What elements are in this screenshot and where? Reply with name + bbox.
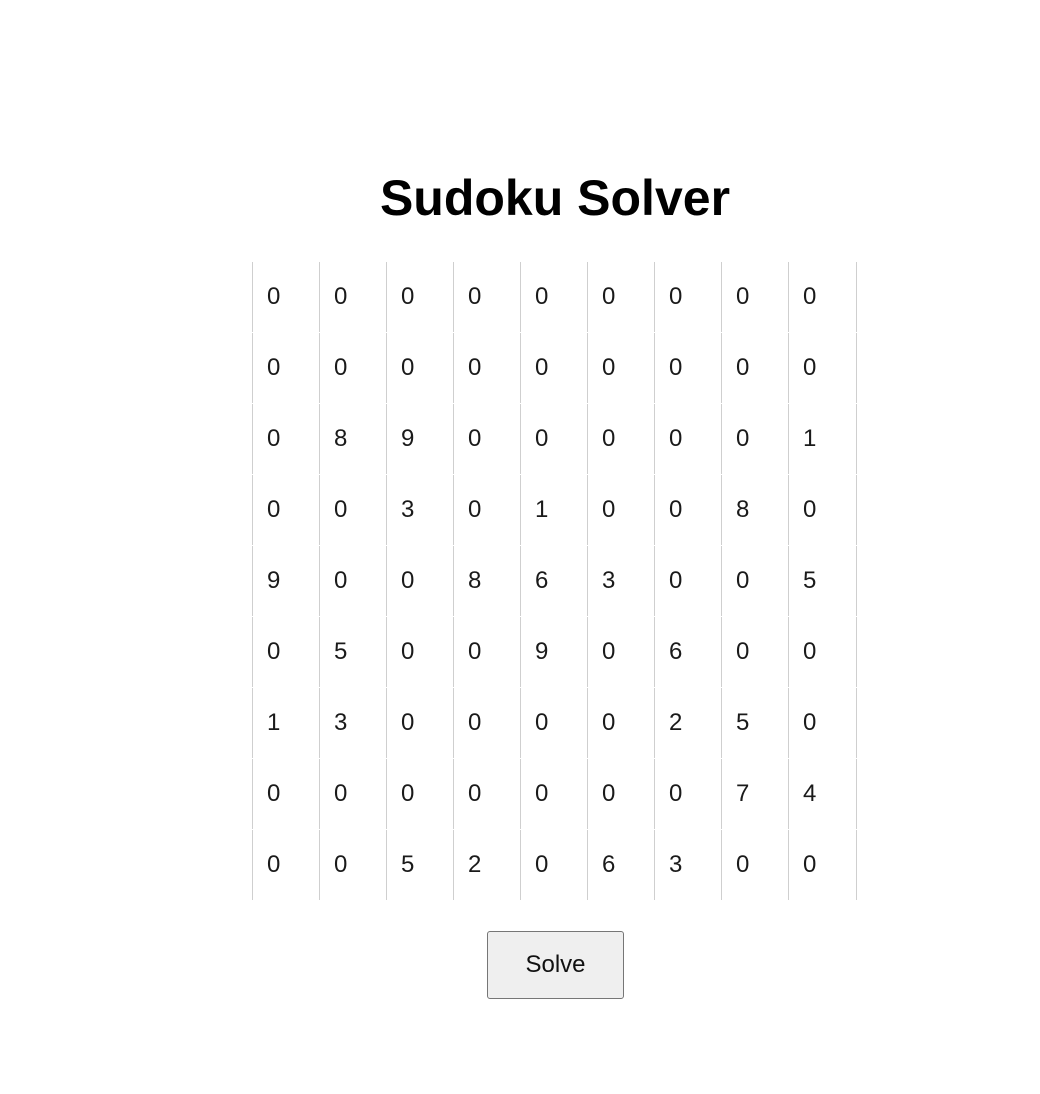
sudoku-cell-r7-c4[interactable]: 0 xyxy=(453,688,520,758)
sudoku-cell-r9-c9[interactable]: 0 xyxy=(788,830,857,900)
sudoku-cell-r3-c7[interactable]: 0 xyxy=(654,404,721,474)
sudoku-cell-r5-c3[interactable]: 0 xyxy=(386,546,453,616)
sudoku-cell-r6-c8[interactable]: 0 xyxy=(721,617,788,687)
sudoku-cell-r9-c1[interactable]: 0 xyxy=(252,830,319,900)
sudoku-cell-r9-c4[interactable]: 2 xyxy=(453,830,520,900)
sudoku-cell-r6-c4[interactable]: 0 xyxy=(453,617,520,687)
page-title: Sudoku Solver xyxy=(379,170,731,226)
sudoku-cell-r6-c5[interactable]: 9 xyxy=(520,617,587,687)
sudoku-cell-r3-c2[interactable]: 8 xyxy=(319,404,386,474)
sudoku-cell-r5-c4[interactable]: 8 xyxy=(453,546,520,616)
sudoku-cell-r4-c3[interactable]: 3 xyxy=(386,475,453,545)
sudoku-cell-r5-c8[interactable]: 0 xyxy=(721,546,788,616)
grid-row: 050090600 xyxy=(252,617,861,687)
sudoku-cell-r9-c3[interactable]: 5 xyxy=(386,830,453,900)
grid-row: 005206300 xyxy=(252,830,861,900)
sudoku-cell-r1-c4[interactable]: 0 xyxy=(453,262,520,332)
sudoku-cell-r2-c2[interactable]: 0 xyxy=(319,333,386,403)
sudoku-cell-r5-c7[interactable]: 0 xyxy=(654,546,721,616)
sudoku-cell-r1-c5[interactable]: 0 xyxy=(520,262,587,332)
sudoku-cell-r5-c1[interactable]: 9 xyxy=(252,546,319,616)
grid-row: 000000000 xyxy=(252,333,861,403)
sudoku-cell-r6-c7[interactable]: 6 xyxy=(654,617,721,687)
sudoku-cell-r1-c2[interactable]: 0 xyxy=(319,262,386,332)
sudoku-cell-r1-c7[interactable]: 0 xyxy=(654,262,721,332)
sudoku-cell-r3-c3[interactable]: 9 xyxy=(386,404,453,474)
sudoku-cell-r8-c1[interactable]: 0 xyxy=(252,759,319,829)
sudoku-cell-r3-c8[interactable]: 0 xyxy=(721,404,788,474)
sudoku-cell-r4-c9[interactable]: 0 xyxy=(788,475,857,545)
sudoku-cell-r2-c8[interactable]: 0 xyxy=(721,333,788,403)
sudoku-cell-r3-c5[interactable]: 0 xyxy=(520,404,587,474)
solve-button[interactable]: Solve xyxy=(487,931,624,999)
sudoku-cell-r8-c2[interactable]: 0 xyxy=(319,759,386,829)
sudoku-cell-r3-c9[interactable]: 1 xyxy=(788,404,857,474)
sudoku-cell-r2-c1[interactable]: 0 xyxy=(252,333,319,403)
sudoku-cell-r4-c7[interactable]: 0 xyxy=(654,475,721,545)
sudoku-cell-r5-c6[interactable]: 3 xyxy=(587,546,654,616)
sudoku-cell-r4-c1[interactable]: 0 xyxy=(252,475,319,545)
sudoku-cell-r9-c2[interactable]: 0 xyxy=(319,830,386,900)
sudoku-cell-r9-c7[interactable]: 3 xyxy=(654,830,721,900)
sudoku-cell-r2-c6[interactable]: 0 xyxy=(587,333,654,403)
sudoku-cell-r2-c7[interactable]: 0 xyxy=(654,333,721,403)
sudoku-cell-r2-c3[interactable]: 0 xyxy=(386,333,453,403)
sudoku-cell-r1-c3[interactable]: 0 xyxy=(386,262,453,332)
sudoku-cell-r7-c6[interactable]: 0 xyxy=(587,688,654,758)
grid-row: 003010080 xyxy=(252,475,861,545)
sudoku-cell-r6-c3[interactable]: 0 xyxy=(386,617,453,687)
sudoku-cell-r8-c5[interactable]: 0 xyxy=(520,759,587,829)
sudoku-cell-r3-c4[interactable]: 0 xyxy=(453,404,520,474)
sudoku-cell-r7-c9[interactable]: 0 xyxy=(788,688,857,758)
sudoku-cell-r4-c5[interactable]: 1 xyxy=(520,475,587,545)
sudoku-cell-r2-c4[interactable]: 0 xyxy=(453,333,520,403)
sudoku-cell-r7-c3[interactable]: 0 xyxy=(386,688,453,758)
sudoku-cell-r7-c2[interactable]: 3 xyxy=(319,688,386,758)
sudoku-cell-r5-c2[interactable]: 0 xyxy=(319,546,386,616)
sudoku-cell-r9-c8[interactable]: 0 xyxy=(721,830,788,900)
sudoku-cell-r8-c9[interactable]: 4 xyxy=(788,759,857,829)
grid-row: 089000001 xyxy=(252,404,861,474)
sudoku-cell-r4-c4[interactable]: 0 xyxy=(453,475,520,545)
sudoku-cell-r9-c5[interactable]: 0 xyxy=(520,830,587,900)
sudoku-cell-r6-c2[interactable]: 5 xyxy=(319,617,386,687)
sudoku-cell-r5-c5[interactable]: 6 xyxy=(520,546,587,616)
sudoku-cell-r4-c8[interactable]: 8 xyxy=(721,475,788,545)
sudoku-cell-r5-c9[interactable]: 5 xyxy=(788,546,857,616)
sudoku-cell-r9-c6[interactable]: 6 xyxy=(587,830,654,900)
sudoku-cell-r8-c3[interactable]: 0 xyxy=(386,759,453,829)
sudoku-cell-r8-c8[interactable]: 7 xyxy=(721,759,788,829)
sudoku-cell-r6-c9[interactable]: 0 xyxy=(788,617,857,687)
sudoku-cell-r7-c1[interactable]: 1 xyxy=(252,688,319,758)
grid-row: 130000250 xyxy=(252,688,861,758)
sudoku-cell-r3-c6[interactable]: 0 xyxy=(587,404,654,474)
sudoku-cell-r4-c2[interactable]: 0 xyxy=(319,475,386,545)
sudoku-cell-r2-c9[interactable]: 0 xyxy=(788,333,857,403)
sudoku-cell-r7-c5[interactable]: 0 xyxy=(520,688,587,758)
sudoku-cell-r1-c8[interactable]: 0 xyxy=(721,262,788,332)
sudoku-grid: 0000000000000000000890000010030100809008… xyxy=(252,262,861,900)
sudoku-cell-r6-c1[interactable]: 0 xyxy=(252,617,319,687)
sudoku-cell-r7-c8[interactable]: 5 xyxy=(721,688,788,758)
sudoku-cell-r7-c7[interactable]: 2 xyxy=(654,688,721,758)
sudoku-cell-r4-c6[interactable]: 0 xyxy=(587,475,654,545)
sudoku-cell-r6-c6[interactable]: 0 xyxy=(587,617,654,687)
sudoku-cell-r1-c1[interactable]: 0 xyxy=(252,262,319,332)
sudoku-cell-r8-c6[interactable]: 0 xyxy=(587,759,654,829)
sudoku-cell-r8-c4[interactable]: 0 xyxy=(453,759,520,829)
grid-row: 000000000 xyxy=(252,262,861,332)
grid-row: 900863005 xyxy=(252,546,861,616)
sudoku-cell-r1-c6[interactable]: 0 xyxy=(587,262,654,332)
sudoku-cell-r3-c1[interactable]: 0 xyxy=(252,404,319,474)
sudoku-cell-r2-c5[interactable]: 0 xyxy=(520,333,587,403)
sudoku-cell-r1-c9[interactable]: 0 xyxy=(788,262,857,332)
grid-row: 000000074 xyxy=(252,759,861,829)
sudoku-cell-r8-c7[interactable]: 0 xyxy=(654,759,721,829)
